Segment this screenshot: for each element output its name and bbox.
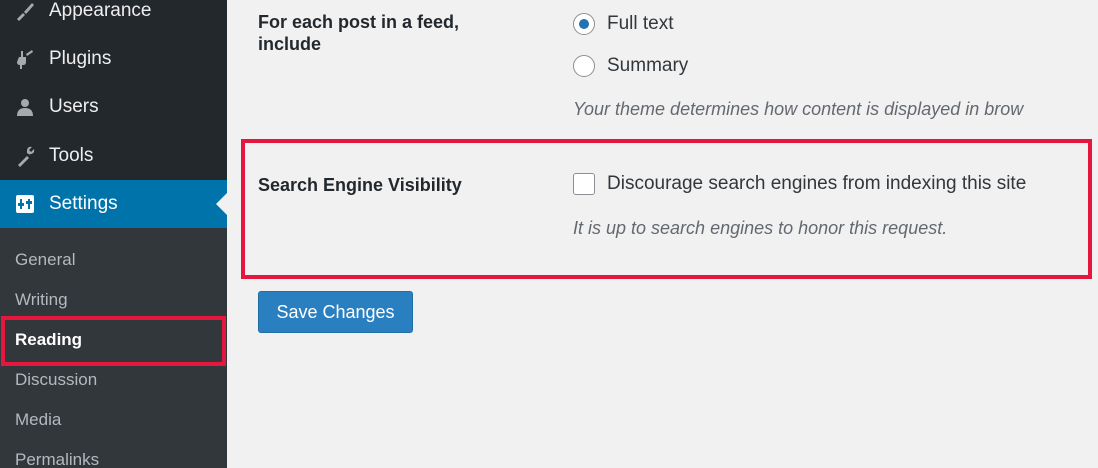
wrench-icon (13, 144, 37, 168)
feed-description: Your theme determines how content is dis… (573, 99, 1024, 119)
submenu-item-general[interactable]: General (0, 240, 227, 280)
summary-option[interactable]: Summary (573, 55, 688, 77)
full-text-radio[interactable] (573, 13, 595, 35)
discourage-search-checkbox[interactable] (573, 173, 595, 195)
paintbrush-icon (13, 0, 37, 23)
summary-radio[interactable] (573, 55, 595, 77)
discourage-search-option[interactable]: Discourage search engines from indexing … (573, 173, 1026, 195)
submenu-item-writing[interactable]: Writing (0, 280, 227, 320)
submenu-item-discussion[interactable]: Discussion (0, 360, 227, 400)
summary-label: Summary (607, 55, 689, 76)
menu-label-users: Users (49, 96, 99, 117)
visibility-highlight-box (241, 139, 1092, 279)
submenu-item-permalinks[interactable]: Permalinks (0, 440, 227, 468)
plugin-icon (13, 47, 37, 71)
menu-item-settings[interactable]: Settings (0, 180, 227, 228)
full-text-option[interactable]: Full text (573, 13, 674, 35)
menu-label-tools: Tools (49, 145, 94, 166)
full-text-label: Full text (607, 13, 674, 34)
save-changes-button[interactable]: Save Changes (258, 291, 413, 333)
settings-main: For each post in a feed, include Full te… (227, 0, 1098, 468)
menu-item-users[interactable]: Users (0, 83, 227, 131)
visibility-description: It is up to search engines to honor this… (573, 218, 948, 238)
admin-sidebar: Appearance Plugins Users Tools Settings (0, 0, 227, 468)
menu-label-plugins: Plugins (49, 48, 112, 69)
discourage-search-label: Discourage search engines from indexing … (607, 173, 1027, 194)
menu-item-plugins[interactable]: Plugins (0, 35, 227, 83)
reading-highlight-box (1, 316, 226, 366)
menu-item-appearance[interactable]: Appearance (0, 0, 227, 35)
submenu-item-media[interactable]: Media (0, 400, 227, 440)
settings-icon (13, 192, 37, 216)
menu-item-tools[interactable]: Tools (0, 132, 227, 180)
search-visibility-label: Search Engine Visibility (258, 175, 462, 195)
user-icon (13, 95, 37, 119)
feed-content-label: For each post in a feed, include (258, 12, 460, 54)
active-arrow-icon (216, 193, 227, 215)
menu-label-settings: Settings (49, 193, 118, 214)
menu-label-appearance: Appearance (49, 0, 152, 21)
